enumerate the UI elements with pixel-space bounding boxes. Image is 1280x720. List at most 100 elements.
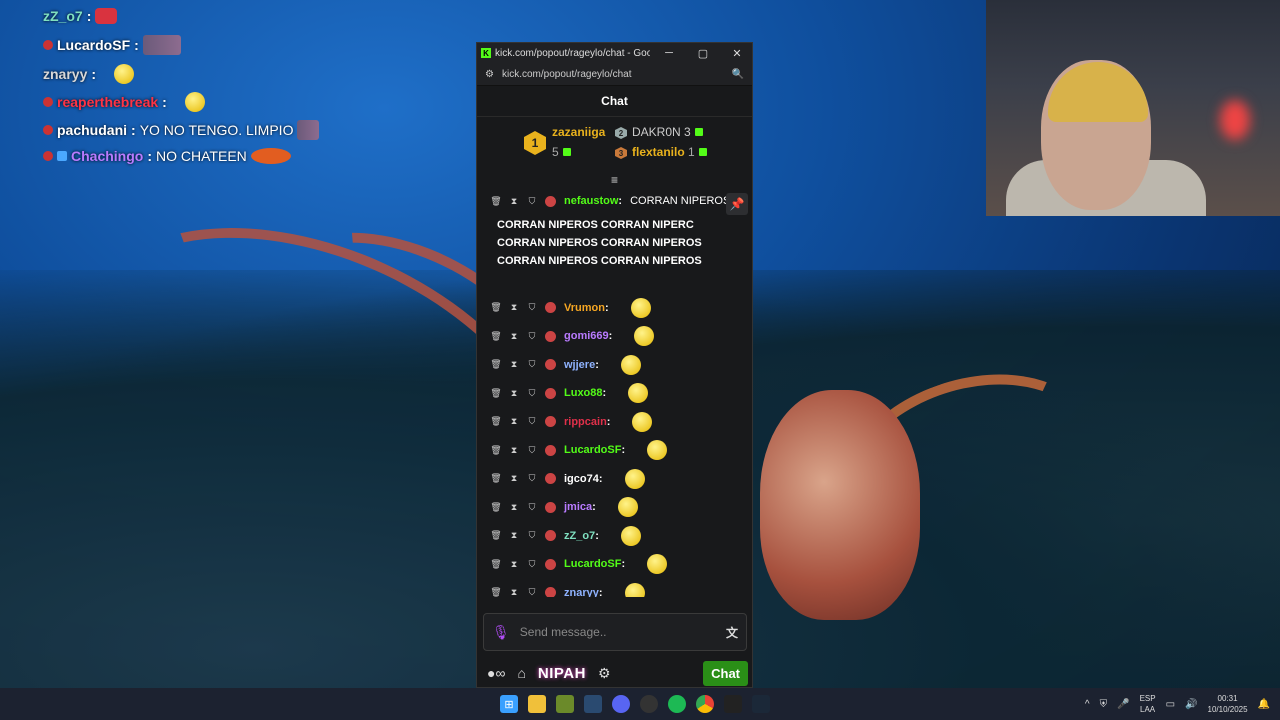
chat-username[interactable]: jmica [564, 501, 592, 513]
delete-icon[interactable]: 🗑 [490, 587, 501, 597]
chat-username[interactable]: nefaustow [564, 195, 618, 207]
url-text[interactable]: kick.com/popout/rageylo/chat [502, 69, 724, 80]
delete-icon[interactable]: 🗑 [490, 559, 501, 569]
shield-icon[interactable]: ⛉ [527, 530, 537, 541]
expand-leaderboard-icon[interactable]: ≡ [477, 173, 752, 187]
chat-username[interactable]: Vrumon [564, 302, 605, 314]
network-icon[interactable]: ▭ [1166, 699, 1175, 710]
shield-icon[interactable]: ⛉ [527, 445, 537, 455]
delete-icon[interactable]: 🗑 [490, 302, 501, 313]
timeout-icon[interactable]: ⧗ [509, 331, 519, 341]
steam-icon[interactable] [584, 695, 602, 713]
title-bar: K kick.com/popout/rageylo/chat - Google … [477, 43, 752, 63]
delete-icon[interactable]: 🗑 [490, 530, 501, 541]
shield-icon[interactable]: ⛉ [527, 331, 537, 341]
spotify-icon[interactable] [668, 695, 686, 713]
site-info-icon[interactable]: ⚙ [485, 69, 494, 80]
timeout-icon[interactable]: ⧗ [509, 473, 519, 484]
leader-1-count: 5 [552, 145, 571, 159]
close-button[interactable]: ✕ [722, 47, 752, 60]
volume-icon[interactable]: 🔊 [1185, 699, 1197, 710]
chat-popup-window: K kick.com/popout/rageylo/chat - Google … [476, 42, 753, 688]
message-list: 🗑 ⧗ ⛉ Vrumon: 🗑 ⧗ ⛉ gomi669: 🗑 ⧗ ⛉ wjjere: 🗑 ⧗ ⛉ Luxo88… [477, 294, 752, 597]
chat-username[interactable]: zZ_o7 [564, 530, 595, 542]
shield-icon[interactable]: ⛉ [527, 416, 537, 427]
timeout-icon[interactable]: ⧗ [509, 587, 519, 597]
chat-username[interactable]: znaryy [564, 587, 599, 597]
address-bar[interactable]: ⚙ kick.com/popout/rageylo/chat 🔍 [477, 63, 752, 86]
emote-icon [297, 120, 320, 140]
rank-3-icon: 3 [615, 147, 627, 159]
file-explorer-icon[interactable] [528, 695, 546, 713]
timeout-icon[interactable]: ⧗ [509, 196, 519, 206]
app-icon[interactable] [556, 695, 574, 713]
points-icon[interactable]: ●∞ [487, 665, 505, 681]
microphone-icon[interactable]: 🎙 [492, 624, 510, 641]
timeout-icon[interactable]: ⧗ [509, 445, 519, 455]
badge-icon [545, 587, 556, 597]
discord-icon[interactable] [612, 695, 630, 713]
message-input[interactable]: 🎙 Send message.. 文 [483, 613, 747, 651]
pin-icon[interactable]: 📌 [726, 193, 748, 215]
emote-icon [620, 525, 641, 546]
steam-icon-2[interactable] [752, 695, 770, 713]
delete-icon[interactable]: 🗑 [490, 502, 501, 512]
chat-username[interactable]: rippcain [564, 416, 607, 428]
leader-2-name: DAKR0N 3 [632, 125, 703, 139]
chat-username[interactable]: LucardoSF [564, 444, 621, 456]
chat-message: 🗑 ⧗ ⛉ Vrumon: [477, 294, 752, 323]
emote-icon [647, 554, 668, 575]
timeout-icon[interactable]: ⧗ [509, 359, 519, 370]
system-tray: ^ ⛨ 🎤 ESP LAA ▭ 🔊 00:31 10/10/2025 🔔 [1085, 688, 1270, 720]
shield-icon[interactable]: ⛉ [527, 302, 537, 313]
clock[interactable]: 00:31 10/10/2025 [1208, 693, 1248, 715]
timeout-icon[interactable]: ⧗ [509, 559, 519, 569]
message-placeholder[interactable]: Send message.. [520, 625, 716, 639]
rank-2-icon: 2 [615, 127, 627, 139]
gift-icon [562, 148, 571, 156]
delete-icon[interactable]: 🗑 [490, 473, 501, 484]
obs-icon[interactable] [640, 695, 658, 713]
chat-username[interactable]: wjjere [564, 359, 595, 371]
timeout-icon[interactable]: ⧗ [509, 530, 519, 541]
shield-icon[interactable]: ⛉ [527, 502, 537, 512]
mic-tray-icon[interactable]: 🎤 [1117, 699, 1129, 710]
nipah-brand[interactable]: NIPAH [538, 665, 586, 682]
maximize-button[interactable]: ▢ [688, 47, 718, 60]
store-icon[interactable]: ⌂ [517, 665, 525, 681]
shield-icon[interactable]: ⛉ [527, 587, 537, 597]
security-icon[interactable]: ⛨ [1100, 699, 1108, 710]
timeout-icon[interactable]: ⧗ [509, 388, 519, 398]
delete-icon[interactable]: 🗑 [490, 416, 501, 427]
badge-icon [545, 444, 556, 456]
minimize-button[interactable]: ─ [654, 47, 684, 59]
chat-username[interactable]: igco74 [564, 473, 599, 485]
timeout-icon[interactable]: ⧗ [509, 416, 519, 427]
chat-username[interactable]: Luxo88 [564, 387, 603, 399]
delete-icon[interactable]: 🗑 [490, 359, 501, 370]
shield-icon[interactable]: ⛉ [527, 359, 537, 370]
send-chat-button[interactable]: Chat [703, 660, 748, 686]
timeout-icon[interactable]: ⧗ [509, 502, 519, 512]
notifications-icon[interactable]: 🔔 [1258, 699, 1270, 710]
language-indicator[interactable]: ESP LAA [1140, 693, 1156, 715]
emote-icon [630, 297, 651, 318]
chat-username[interactable]: LucardoSF [564, 558, 621, 570]
chrome-icon[interactable] [696, 695, 714, 713]
delete-icon[interactable]: 🗑 [490, 388, 501, 398]
settings-icon[interactable]: ⚙ [598, 665, 611, 682]
timeout-icon[interactable]: ⧗ [509, 302, 519, 313]
zoom-icon[interactable]: 🔍 [732, 69, 744, 80]
epic-games-icon[interactable] [724, 695, 742, 713]
chevron-up-icon[interactable]: ^ [1085, 699, 1090, 710]
shield-icon[interactable]: ⛉ [527, 559, 537, 569]
shield-icon[interactable]: ⛉ [527, 196, 537, 206]
start-icon[interactable]: ⊞ [500, 695, 518, 713]
delete-icon[interactable]: 🗑 [490, 445, 501, 455]
shield-icon[interactable]: ⛉ [527, 473, 537, 484]
translate-icon[interactable]: 文 [726, 624, 738, 641]
delete-icon[interactable]: 🗑 [490, 196, 501, 206]
chat-username[interactable]: gomi669 [564, 330, 609, 342]
shield-icon[interactable]: ⛉ [527, 388, 537, 398]
delete-icon[interactable]: 🗑 [490, 331, 501, 341]
